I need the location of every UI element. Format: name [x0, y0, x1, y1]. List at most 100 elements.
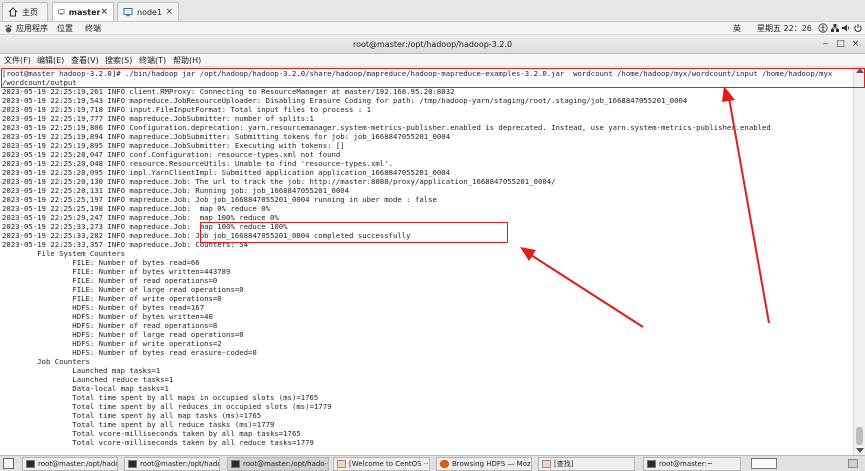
vm-tab-bar: 主页 master × node1 ×	[0, 0, 865, 22]
taskbar-item-terminal[interactable]: root@master:~	[643, 457, 741, 471]
menu-search[interactable]: 搜索(S)	[105, 55, 132, 66]
taskbar-item-search[interactable]: [查找]	[538, 457, 635, 471]
terminal-icon	[26, 460, 35, 468]
search-window-icon	[542, 460, 551, 468]
terminal-line: /wordcount/output	[2, 78, 77, 87]
terminal-line: 2023-05-19 22:25:20,048 INFO resource.Re…	[2, 159, 393, 168]
minimize-icon[interactable]: ‒	[820, 39, 831, 50]
taskbar: root@master:/opt/hado··· root@master:/op…	[0, 455, 865, 471]
terminal-line: 2023-05-19 22:25:19,261 INFO client.RMPr…	[2, 87, 455, 96]
terminal-line: FILE: Number of read operations=0	[2, 276, 218, 285]
gnome-top-bar: 应用程序 位置 终端 英 星期五 22：26	[0, 22, 865, 35]
clock[interactable]: 星期五 22：26	[757, 23, 812, 34]
terminal-line: 2023-05-19 22:25:25,197 INFO mapreduce.J…	[2, 195, 437, 204]
network-icon[interactable]	[830, 23, 840, 33]
terminal-line: 2023-05-19 22:25:33,273 INFO mapreduce.J…	[2, 222, 288, 231]
maximize-icon[interactable]: □	[835, 39, 846, 50]
terminal-icon	[231, 460, 240, 468]
vm-tab-label: 主页	[22, 7, 38, 17]
taskbar-item-label: [查找]	[554, 460, 574, 468]
vm-tab-label: master	[68, 7, 101, 17]
terminal-line: Total vcore-milliseconds taken by all re…	[2, 438, 314, 447]
taskbar-item-terminal[interactable]: root@master:/opt/hado···	[22, 457, 118, 471]
gnome-foot-icon	[5, 24, 12, 33]
menu-view[interactable]: 查看(V)	[71, 55, 99, 66]
terminal-line: FILE: Number of bytes written=443789	[2, 267, 231, 276]
terminal-line: 2023-05-19 22:25:20,095 INFO impl.YarnCl…	[2, 168, 451, 177]
terminal-menu-bar: 文件(F) 编辑(E) 查看(V) 搜索(S) 终端(T) 帮助(H)	[0, 54, 865, 67]
terminal-line: Total time spent by all reduce tasks (ms…	[2, 420, 275, 429]
show-desktop-icon[interactable]	[3, 458, 14, 469]
terminal-line: Total time spent by all maps in occupied…	[2, 393, 319, 402]
taskbar-item-label: root@master:~	[659, 460, 713, 468]
menu-terminal[interactable]: 终端(T)	[139, 55, 166, 66]
terminal-line: FILE: Number of bytes read=66	[2, 258, 200, 267]
menu-help[interactable]: 帮助(H)	[173, 55, 201, 66]
taskbar-item-label: root@master:/opt/hado···	[243, 460, 329, 468]
terminal-line: Launched map tasks=1	[2, 366, 161, 375]
vm-icon	[123, 8, 133, 17]
terminal-line: FILE: Number of write operations=0	[2, 294, 222, 303]
terminal-title-bar[interactable]: root@master:/opt/hadoop/hadoop-3.2.0 ‒ □…	[0, 35, 865, 54]
terminal-line: HDFS: Number of bytes read erasure-coded…	[2, 348, 257, 357]
scroll-up-icon[interactable]	[856, 68, 864, 73]
taskbar-item-browser[interactable]: Browsing HDFS — Mozil···	[436, 457, 532, 471]
taskbar-item-browser[interactable]: [Welcome to CentOS ···	[333, 457, 430, 471]
terminal-line: FILE: Number of large read operations=0	[2, 285, 244, 294]
terminal-line: HDFS: Number of bytes read=167	[2, 303, 205, 312]
vm-tab-node1[interactable]: node1 ×	[117, 2, 179, 21]
scroll-thumb[interactable]	[856, 427, 863, 445]
workspace-indicator-icon[interactable]	[848, 459, 858, 468]
terminal-line: Total vcore-milliseconds taken by all ma…	[2, 429, 301, 438]
input-method-indicator[interactable]: 英	[733, 23, 741, 34]
terminal-line: 2023-05-19 22:25:19,806 INFO Configurati…	[2, 123, 771, 132]
applications-menu[interactable]: 应用程序	[16, 23, 48, 34]
vm-tab-home[interactable]: 主页	[2, 2, 48, 21]
taskbar-item-terminal[interactable]: root@master:/opt/hado···	[124, 457, 220, 471]
menu-edit[interactable]: 编辑(E)	[37, 55, 64, 66]
terminal-line: Data-local map tasks=1	[2, 384, 169, 393]
terminal-line: HDFS: Number of write operations=2	[2, 339, 222, 348]
power-icon[interactable]	[853, 23, 863, 33]
terminal-line: HDFS: Number of read operations=8	[2, 321, 218, 330]
terminal-line: 2023-05-19 22:25:33,282 INFO mapreduce.J…	[2, 231, 411, 240]
terminal-line: HDFS: Number of large read operations=0	[2, 330, 244, 339]
vm-tab-master[interactable]: master ×	[52, 2, 114, 21]
terminal-line: Total time spent by all reduces in occup…	[2, 402, 332, 411]
terminal-line: 2023-05-19 22:25:25,198 INFO mapreduce.J…	[2, 204, 270, 213]
terminal-line: 2023-05-19 22:25:19,718 INFO input.FileI…	[2, 105, 372, 114]
volume-icon[interactable]	[841, 23, 851, 33]
workspace-switcher[interactable]	[751, 458, 777, 469]
terminal-icon	[128, 460, 137, 468]
close-window-icon[interactable]: ×	[850, 39, 861, 50]
window-title: root@master:/opt/hadoop/hadoop-3.2.0	[352, 40, 513, 49]
menu-file[interactable]: 文件(F)	[4, 55, 31, 66]
terminal-line: HDFS: Number of bytes written=40	[2, 312, 213, 321]
terminal-line: 2023-05-19 22:25:29,247 INFO mapreduce.J…	[2, 213, 279, 222]
home-icon	[8, 7, 18, 17]
terminal-icon	[647, 460, 656, 468]
terminal-scrollbar[interactable]	[853, 67, 865, 455]
places-menu[interactable]: 位置	[57, 23, 73, 34]
taskbar-item-label: root@master:/opt/hado···	[140, 460, 220, 468]
firefox-icon	[440, 460, 449, 468]
terminal-line: Job Counters	[2, 357, 90, 366]
taskbar-item-terminal-active[interactable]: root@master:/opt/hado···	[227, 457, 329, 471]
terminal-line: 2023-05-19 22:25:19,777 INFO mapreduce.J…	[2, 114, 314, 123]
terminal-output[interactable]: [root@master hadoop-3.2.0]# ./bin/hadoop…	[0, 67, 853, 455]
firefox-icon	[337, 460, 346, 468]
terminal-line: 2023-05-19 22:25:20,131 INFO mapreduce.J…	[2, 186, 350, 195]
terminal-line: File System Counters	[2, 249, 126, 258]
vm-tab-label: node1	[137, 7, 163, 17]
close-icon[interactable]: ×	[100, 7, 108, 17]
terminal-line: 2023-05-19 22:25:20,047 INFO conf.Config…	[2, 150, 341, 159]
accessibility-icon[interactable]	[818, 23, 828, 33]
close-icon[interactable]: ×	[165, 7, 173, 17]
terminal-line: Launched reduce tasks=1	[2, 375, 174, 384]
scroll-down-icon[interactable]	[856, 448, 864, 453]
terminal-line: [root@master hadoop-3.2.0]# ./bin/hadoop…	[2, 69, 833, 78]
vm-icon	[58, 9, 65, 15]
terminal-app-menu[interactable]: 终端	[85, 23, 101, 34]
taskbar-item-label: root@master:/opt/hado···	[38, 460, 118, 468]
terminal-line: 2023-05-19 22:25:20,130 INFO mapreduce.J…	[2, 177, 556, 186]
